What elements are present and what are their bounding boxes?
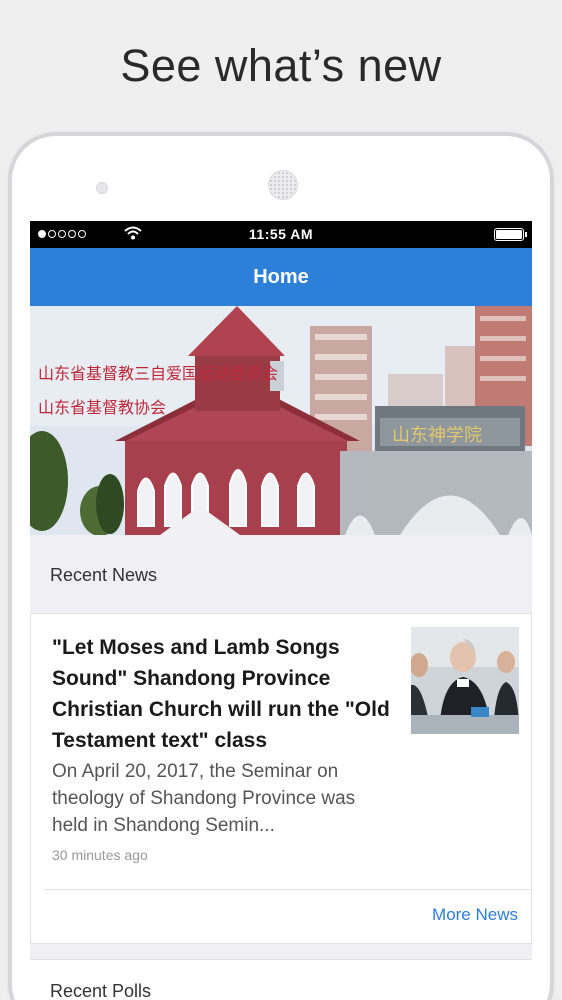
news-thumbnail[interactable] bbox=[411, 627, 519, 734]
news-item-summary: On April 20, 2017, the Seminar on theolo… bbox=[52, 761, 356, 836]
battery-icon bbox=[494, 228, 527, 241]
card-divider bbox=[44, 889, 531, 890]
recent-polls-title: Recent Polls bbox=[50, 981, 152, 1000]
status-time: 11:55 AM bbox=[248, 226, 314, 242]
hero-banner-line-2: 山东省基督教协会 bbox=[38, 398, 166, 417]
news-item-time: 30 minutes ago bbox=[52, 847, 148, 863]
promo-headline: See what’s new bbox=[120, 40, 442, 91]
hero-gate-sign: 山东神学院 bbox=[392, 425, 482, 446]
hero-image[interactable]: 山东省基督教三自爱国运动委员会 山东省基督教协会 山东神学院 bbox=[30, 306, 532, 535]
recent-news-title: Recent News bbox=[50, 565, 158, 585]
app-screen: 11:55 AM Home 山东省基督教三自爱国运动委员会 山东省基督教协会 山… bbox=[30, 221, 532, 1000]
hero-banner-line-1: 山东省基督教三自爱国运动委员会 bbox=[38, 364, 278, 383]
front-sensor bbox=[96, 182, 108, 194]
earpiece-speaker bbox=[268, 170, 298, 200]
status-bar: 11:55 AM bbox=[30, 221, 532, 248]
more-news-link[interactable]: More News bbox=[432, 905, 518, 925]
news-card: "Let Moses and Lamb Songs Sound" Shandon… bbox=[30, 613, 532, 944]
news-item-title[interactable]: "Let Moses and Lamb Songs Sound" Shandon… bbox=[52, 632, 402, 756]
nav-title: Home bbox=[30, 248, 532, 306]
